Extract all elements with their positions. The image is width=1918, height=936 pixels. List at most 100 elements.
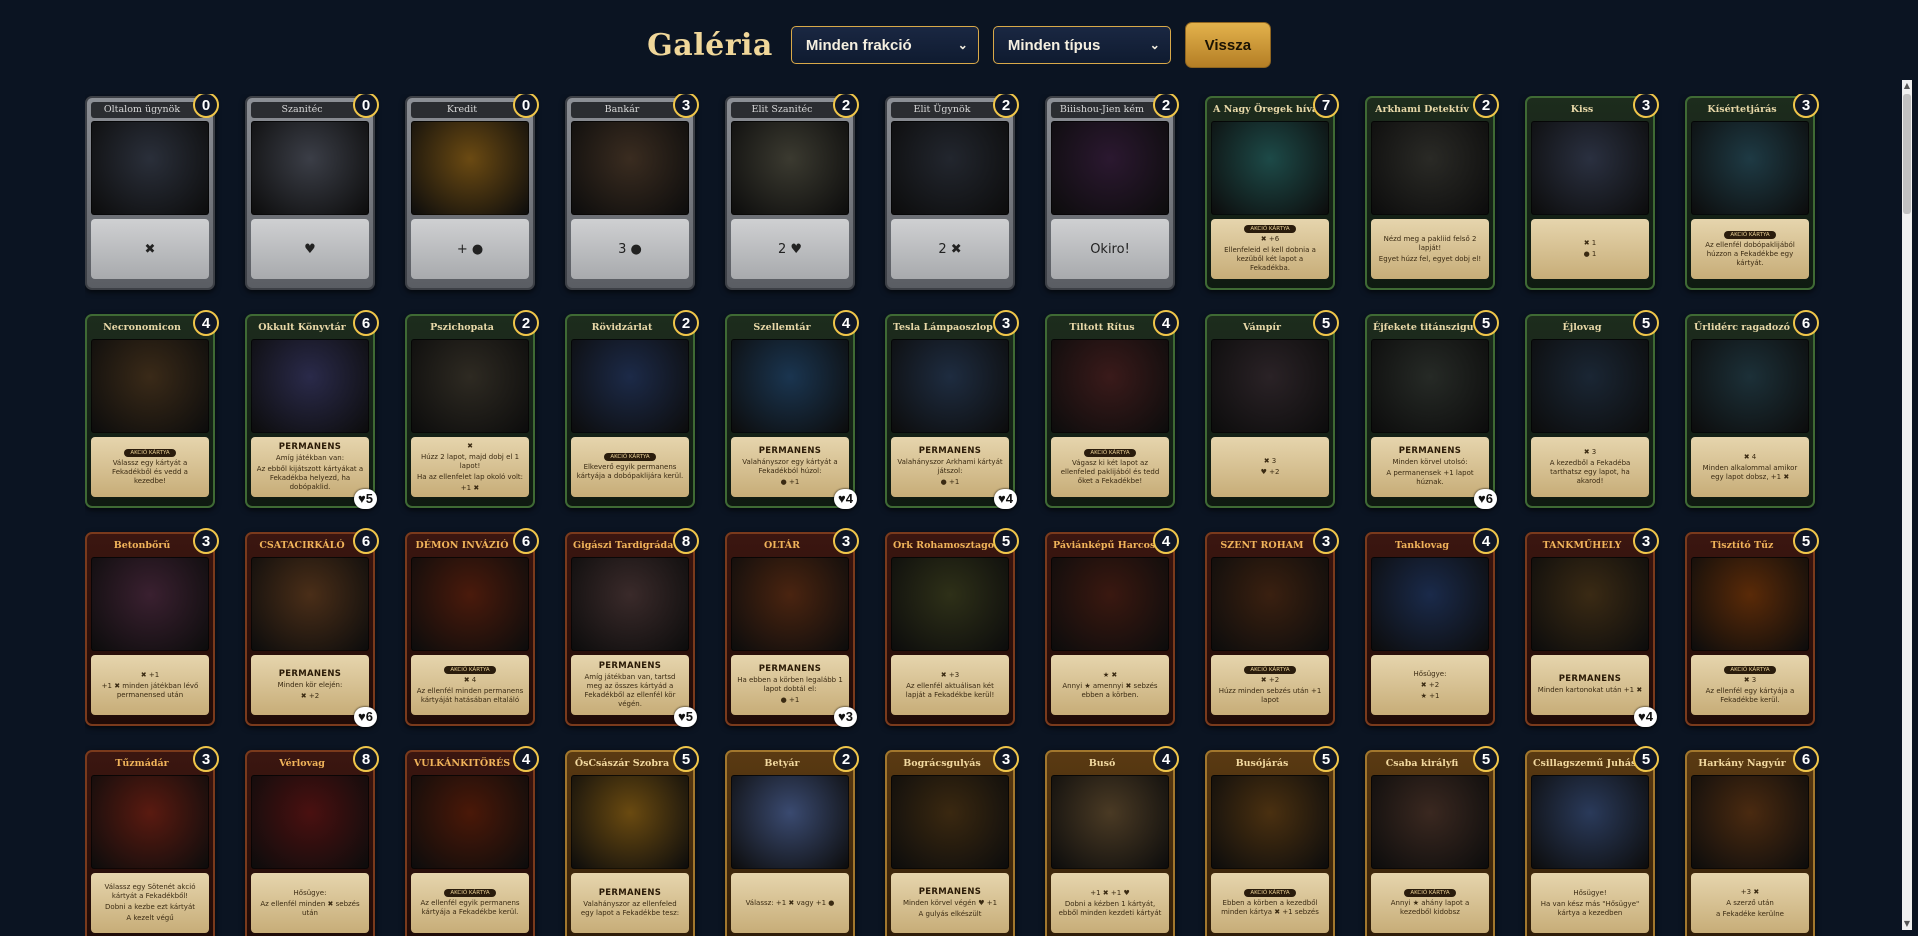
- card[interactable]: Vérlovag Hősügye: Az ellenfél minden ✖ seb…: [245, 746, 379, 936]
- card-art: [91, 121, 209, 215]
- card-text-line: A kezelt végű: [126, 914, 174, 922]
- type-filter-select[interactable]: Minden típus ⌄: [992, 26, 1171, 64]
- card[interactable]: OLTÁR PERMANENS Ha ebben a körben legalább…: [725, 528, 859, 727]
- card-text-line: Okiro!: [1090, 241, 1130, 257]
- card[interactable]: DÉMON INVÁZIÓ AKCIÓ KÁRTYA ✖ 4 Az ellenfél …: [405, 528, 539, 726]
- card-text-line: Valahányszor egy kártyát a Fekadékból hú…: [742, 458, 838, 475]
- card[interactable]: Rövidzárlat AKCIÓ KÁRTYA Elkeverő egyik pe…: [565, 310, 699, 508]
- card[interactable]: ŐsCsászár Szobra PERMANENS Valahányszor az…: [565, 746, 699, 936]
- card[interactable]: Tesla Lámpaoszlop PERMANENS Valahányszor A…: [885, 310, 1019, 509]
- card-art: [91, 775, 209, 869]
- back-button[interactable]: Vissza: [1184, 22, 1271, 68]
- card[interactable]: Necronomicon AKCIÓ KÁRTYA Válassz egy kárt…: [85, 310, 219, 508]
- card-cost-badge: 5: [673, 746, 699, 772]
- card[interactable]: Busó +1 ✖ +1 ♥ Dobni a kézben 1 kártyát, e…: [1045, 746, 1179, 936]
- card[interactable]: Biiishou-Jien kém Okiro! 2: [1045, 94, 1179, 290]
- card[interactable]: TANKMŰHELY PERMANENS Minden kartonokat utá…: [1525, 528, 1659, 727]
- card-art: [251, 121, 369, 215]
- card[interactable]: Arkhami Detektív Nézd meg a pakliid felső…: [1365, 94, 1499, 290]
- card[interactable]: VULKÁNKITÖRÉS AKCIÓ KÁRTYA Az ellenfél egy…: [405, 746, 539, 936]
- card[interactable]: Kredit + ● 0: [405, 94, 539, 290]
- card[interactable]: Tiltott Rítus AKCIÓ KÁRTYA Vágasz ki két l…: [1045, 310, 1179, 508]
- card-art: [1211, 775, 1329, 869]
- card[interactable]: Bográcsgulyás PERMANENS Minden körvel végé…: [885, 746, 1019, 936]
- card-text-box: PERMANENS Minden körvel utolsó: A permanen…: [1371, 437, 1489, 497]
- card-cost-badge: 4: [1153, 746, 1179, 772]
- card-cost-badge: 5: [993, 528, 1019, 554]
- card-text-line: + ●: [456, 241, 484, 257]
- card[interactable]: A Nagy Öregek hívása AKCIÓ KÁRTYA ✖ +6 Elle…: [1205, 94, 1339, 290]
- card[interactable]: Kísértetjárás AKCIÓ KÁRTYA Az ellenfél dob…: [1685, 94, 1819, 290]
- card-cost-badge: 3: [1313, 528, 1339, 554]
- card[interactable]: Páviánképű Harcos ★ ✖ Annyi ★ amennyi ✖ se…: [1045, 528, 1179, 726]
- card-art: [571, 557, 689, 651]
- card[interactable]: Kiss ✖ 1 ● 13: [1525, 94, 1659, 290]
- scroll-down-arrow[interactable]: ▼: [1902, 918, 1912, 930]
- card[interactable]: Szanitéc ♥ 0: [245, 94, 379, 290]
- card-name: Bográcsgulyás: [903, 758, 981, 769]
- card[interactable]: Tisztító Tűz AKCIÓ KÁRTYA ✖ 3 Az ellenfél e…: [1685, 528, 1819, 726]
- card-name: Busójárás: [1235, 758, 1289, 769]
- card[interactable]: Harkány Nagyúr +3 ✖ A szerző után a Fekadék…: [1685, 746, 1819, 936]
- card[interactable]: SZENT ROHAM AKCIÓ KÁRTYA ✖ +2 Húzz minden s…: [1205, 528, 1339, 726]
- card-text-line: Húzz 2 lapot, majd dobj el 1 lapot!: [420, 452, 520, 470]
- card[interactable]: Okkult Könyvtár PERMANENS Amíg játékban va…: [245, 310, 379, 509]
- card[interactable]: Vámpír ✖ 3 ♥ +2 5: [1205, 310, 1339, 508]
- card[interactable]: Oltalom ügynök ✖ 0: [85, 94, 219, 290]
- card-text-line: ✖ 4: [1743, 452, 1757, 461]
- card[interactable]: Busójárás AKCIÓ KÁRTYA Ebben a körben a ke…: [1205, 746, 1339, 936]
- card-name: Tanklovag: [1394, 540, 1450, 551]
- card[interactable]: Szellemtár PERMANENS Valahányszor egy kárt…: [725, 310, 859, 509]
- card[interactable]: Űrlidérc ragadozó ✖ 4 Minden alkalommal am…: [1685, 310, 1819, 508]
- card-name: Bankár: [571, 102, 689, 118]
- action-card-tag: AKCIÓ KÁRTYA: [444, 665, 496, 674]
- card-health-badge: ♥6: [354, 707, 377, 727]
- scrollbar[interactable]: ▲ ▼: [1902, 80, 1912, 930]
- faction-filter-select[interactable]: Minden frakció ⌄: [790, 26, 979, 64]
- card-cost-badge: 4: [1153, 528, 1179, 554]
- card-text-box: AKCIÓ KÁRTYA ✖ 3 Az ellenfél egy kártyája …: [1691, 655, 1809, 715]
- card-text-box: ✖ +1 +1 ✖ minden játékban lévő permanense…: [91, 655, 209, 715]
- card-text-box: PERMANENS Minden kör elején: ✖ +2: [251, 655, 369, 715]
- action-card-tag: AKCIÓ KÁRTYA: [444, 889, 496, 897]
- card-text-line: Egyet húzz fel, egyet dobj el!: [1378, 254, 1482, 263]
- card-text-line: ✖ +1: [140, 670, 160, 679]
- card-name: Arkhami Detektív: [1375, 104, 1469, 115]
- card[interactable]: Gigászi Tardigráda PERMANENS Amíg játékban…: [565, 528, 699, 727]
- card[interactable]: Ork Rohamosztagos ✖ +3 Az ellenfél aktuáli…: [885, 528, 1019, 726]
- card[interactable]: Bankár 3 ● 3: [565, 94, 699, 290]
- card-name: Betonbőrű: [113, 540, 171, 551]
- card[interactable]: Tűzmádár Válassz egy Sötenét akció kártyá…: [85, 746, 219, 936]
- card[interactable]: Éjfekete titánszigu PERMANENS Minden körve…: [1365, 310, 1499, 509]
- scroll-up-arrow[interactable]: ▲: [1902, 80, 1912, 92]
- card-keyword: PERMANENS: [598, 887, 662, 898]
- chevron-down-icon: ⌄: [957, 38, 968, 52]
- card[interactable]: Csillagszemű Juhász Hősügye! Ha van kész m…: [1525, 746, 1659, 936]
- card-text-line: Hősügye:: [293, 888, 327, 897]
- card-text-box: PERMANENS Amíg játékban van, tartsd meg a…: [571, 655, 689, 715]
- card-art: [1691, 339, 1809, 433]
- action-card-tag: AKCIÓ KÁRTYA: [1244, 889, 1296, 897]
- card[interactable]: Csaba királyfi AKCIÓ KÁRTYA Annyi ★ ahány …: [1365, 746, 1499, 936]
- card[interactable]: Pszichopata ✖ Húzz 2 lapot, majd dobj el 1…: [405, 310, 539, 508]
- card[interactable]: Elit Szanitéc 2 ♥ 2: [725, 94, 859, 290]
- card-cost-badge: 4: [833, 310, 859, 336]
- card[interactable]: Betonbőrű ✖ +1 +1 ✖ minden játékban lévő p…: [85, 528, 219, 726]
- card-art: [1531, 121, 1649, 215]
- action-card-tag: AKCIÓ KÁRTYA: [1244, 225, 1296, 233]
- card-text-box: Válassz egy Sötenét akció kártyát a Feka…: [91, 873, 209, 933]
- card[interactable]: Betyár Válassz: +1 ✖ vagy +1 ● 2: [725, 746, 859, 936]
- card-art: [891, 775, 1009, 869]
- card-name: Necronomicon: [103, 322, 181, 333]
- card-text-line: ✖ +2: [300, 691, 320, 700]
- scroll-thumb[interactable]: [1903, 94, 1911, 214]
- card-cost-badge: 3: [993, 310, 1019, 336]
- card[interactable]: CSATACIRKÁLÓ PERMANENS Minden kör elején: ✖…: [245, 528, 379, 727]
- card-art: [1371, 557, 1489, 651]
- card-health-badge: ♥5: [674, 707, 697, 727]
- card-text-line: Minden körvel végén ♥ +1: [902, 898, 998, 907]
- card[interactable]: Elit Ügynök 2 ✖ 2: [885, 94, 1019, 290]
- card[interactable]: Éjlovag ✖ 3 A kezedből a Fekadéba tarthats…: [1525, 310, 1659, 508]
- card-cost-badge: 7: [1313, 94, 1339, 118]
- card[interactable]: Tanklovag Hősügye: ✖ +2 ★ +1 4: [1365, 528, 1499, 726]
